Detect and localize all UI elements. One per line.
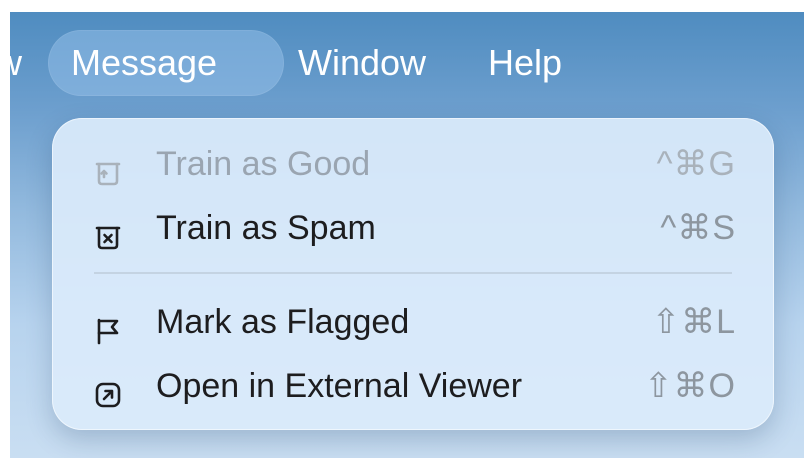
menu-item-train-as-good: Train as Good ^⌘G <box>52 134 774 194</box>
menu-item-label: Open in External Viewer <box>156 367 523 405</box>
flag-icon <box>92 306 124 345</box>
shortcut-label: ⇧⌘O <box>644 367 736 405</box>
menu-item-mark-as-flagged[interactable]: Mark as Flagged ⇧⌘L <box>52 292 774 352</box>
shortcut-label: ^⌘G <box>656 145 736 183</box>
menubar-item-help[interactable]: Help <box>466 30 584 96</box>
menubar-item-view[interactable]: w <box>10 30 22 96</box>
shortcut-label: ⇧⌘L <box>651 303 736 341</box>
desktop-frame: w Message Window Help Train as Good ^⌘G <box>10 12 804 458</box>
menubar-item-message[interactable]: Message <box>48 30 284 96</box>
menu-item-label: Mark as Flagged <box>156 303 410 341</box>
menu-separator <box>94 272 732 274</box>
tray-up-icon <box>92 148 124 186</box>
menu-bar: w Message Window Help <box>10 12 804 112</box>
shortcut-label: ^⌘S <box>660 209 736 247</box>
menubar-item-window[interactable]: Window <box>276 30 448 96</box>
menu-item-train-as-spam[interactable]: Train as Spam ^⌘S <box>52 198 774 258</box>
menu-item-label: Train as Spam <box>156 209 376 247</box>
menu-item-label: Train as Good <box>156 145 371 183</box>
menu-item-open-in-external-viewer[interactable]: Open in External Viewer ⇧⌘O <box>52 356 774 416</box>
message-menu: Train as Good ^⌘G Train as Spam ^⌘S Mark… <box>52 118 774 430</box>
external-arrow-icon <box>92 370 124 408</box>
tray-x-icon <box>92 212 124 250</box>
